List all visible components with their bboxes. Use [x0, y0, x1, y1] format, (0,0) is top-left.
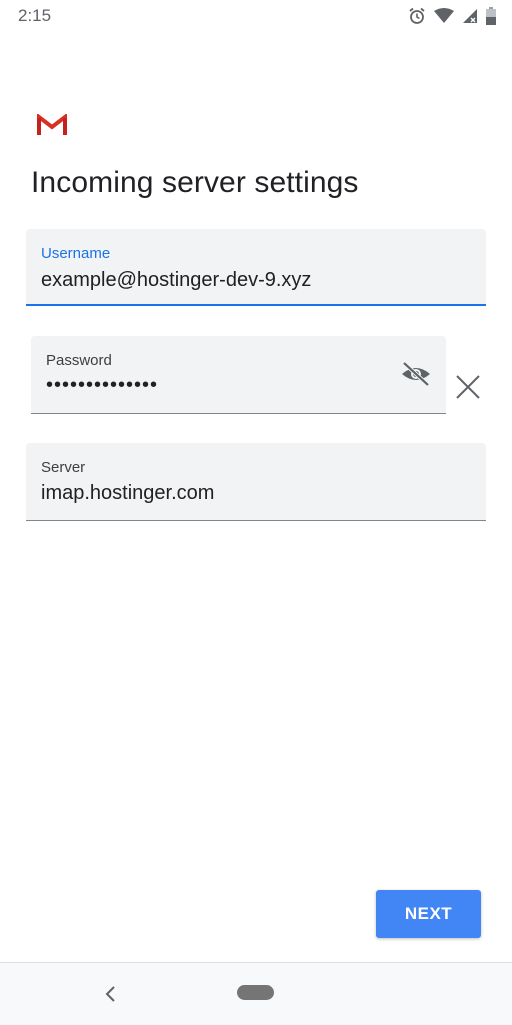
next-button[interactable]: NEXT — [376, 890, 481, 938]
battery-icon — [486, 7, 496, 25]
back-icon[interactable] — [100, 983, 122, 1005]
username-field[interactable]: Username example@hostinger-dev-9.xyz — [26, 229, 486, 306]
status-time: 2:15 — [18, 6, 52, 25]
visibility-off-icon[interactable] — [400, 360, 432, 388]
page-title: Incoming server settings — [31, 166, 359, 199]
username-label: Username — [41, 245, 111, 262]
password-field[interactable]: Password •••••••••••••• — [31, 336, 446, 414]
wifi-icon — [434, 8, 454, 23]
status-icons — [408, 6, 496, 26]
home-pill-icon[interactable] — [237, 985, 274, 1000]
password-label: Password — [46, 352, 112, 369]
username-input[interactable]: example@hostinger-dev-9.xyz — [41, 269, 311, 292]
server-field[interactable]: Server imap.hostinger.com — [26, 443, 486, 521]
server-input[interactable]: imap.hostinger.com — [41, 482, 214, 505]
gmail-logo — [37, 114, 67, 136]
status-bar: 2:15 — [0, 0, 512, 32]
password-input[interactable]: •••••••••••••• — [46, 374, 158, 397]
alarm-icon — [409, 7, 425, 24]
server-label: Server — [41, 459, 86, 476]
navigation-bar — [0, 962, 512, 1025]
signal-icon — [463, 9, 477, 23]
clear-icon[interactable] — [453, 372, 483, 402]
